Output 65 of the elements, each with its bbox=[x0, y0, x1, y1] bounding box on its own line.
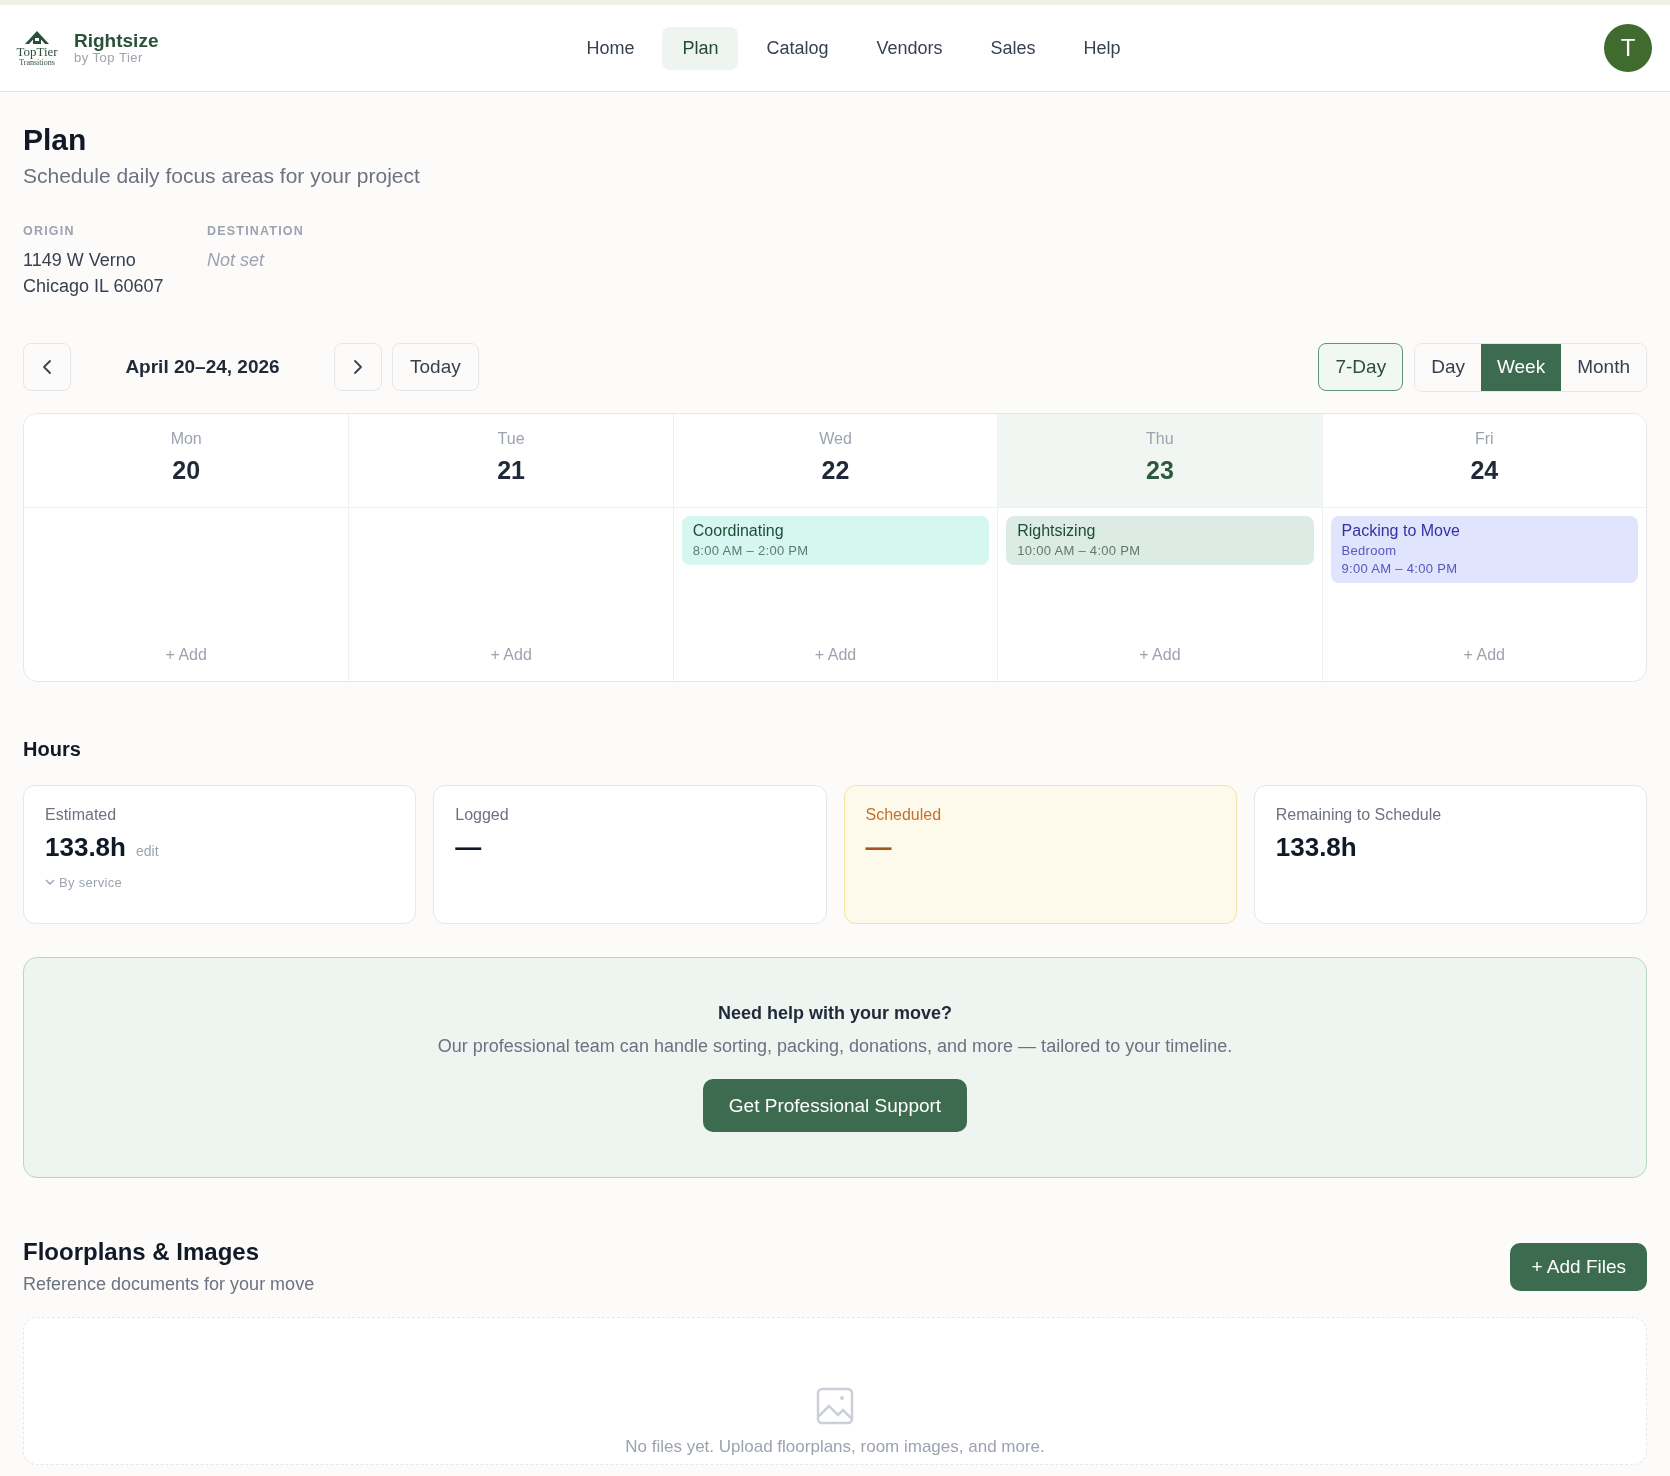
day-number: 23 bbox=[1146, 456, 1174, 485]
day-number: 21 bbox=[497, 456, 525, 485]
today-button[interactable]: Today bbox=[392, 343, 479, 391]
hours-value: — bbox=[455, 832, 482, 863]
weekday-label: Tue bbox=[497, 430, 525, 448]
logo-wordmark-subtitle: Transitions bbox=[19, 58, 55, 67]
event-title: Packing to Move bbox=[1341, 522, 1461, 540]
event-title: Coordinating bbox=[692, 522, 785, 540]
chevron-down-icon bbox=[45, 879, 55, 886]
banner-title: Need help with your move? bbox=[717, 1003, 952, 1024]
weekday-label: Mon bbox=[170, 430, 202, 448]
nav-link[interactable]: Home bbox=[566, 26, 655, 70]
add-files-button[interactable]: + Add Files bbox=[1510, 1242, 1647, 1291]
day-number: 24 bbox=[1470, 456, 1499, 485]
location-label: DESTINATION bbox=[207, 224, 305, 238]
nav-link[interactable]: Plan bbox=[662, 26, 739, 70]
chevron-right-icon bbox=[353, 359, 363, 375]
day-number: 20 bbox=[172, 456, 201, 485]
location-value: Chicago IL 60607 bbox=[23, 275, 165, 298]
chevron-left-icon bbox=[42, 359, 52, 375]
brand-tagline: by Top Tier bbox=[74, 51, 143, 65]
day-number: 22 bbox=[821, 456, 850, 485]
hours-value: — bbox=[865, 832, 892, 863]
page-title: Plan bbox=[23, 122, 88, 158]
weekday-label: Thu bbox=[1146, 430, 1174, 448]
hours-label: Remaining to Schedule bbox=[1275, 806, 1443, 824]
hours-label: Scheduled bbox=[865, 806, 943, 824]
seven-day-toggle[interactable]: 7-Day bbox=[1318, 343, 1404, 391]
weekday-label: Fri bbox=[1474, 430, 1494, 448]
hours-label: Estimated bbox=[45, 806, 118, 824]
next-button[interactable] bbox=[334, 343, 382, 391]
hours-value: 133.8h bbox=[1275, 832, 1357, 863]
hours-value: 133.8h bbox=[45, 832, 126, 863]
event-room: Bedroom bbox=[1341, 543, 1398, 558]
view-tab[interactable]: Week bbox=[1480, 343, 1562, 391]
brand-name: Rightsize bbox=[74, 31, 159, 51]
logo-wordmark: TopTier bbox=[16, 45, 58, 58]
nav-link[interactable]: Vendors bbox=[856, 26, 963, 70]
location-label: ORIGIN bbox=[23, 224, 76, 238]
nav-link[interactable]: Help bbox=[1063, 26, 1141, 70]
previous-button[interactable] bbox=[23, 343, 71, 391]
banner-text: Our professional team can handle sorting, packing, donations, and more — tailored to your timeline. bbox=[437, 1036, 1233, 1057]
page-subtitle: Schedule daily focus areas for your project bbox=[23, 164, 421, 188]
section-subtitle: Reference documents for your move bbox=[23, 1274, 315, 1295]
event-time: 9:00 AM – 4:00 PM bbox=[1341, 561, 1459, 576]
date-range: April 20–24, 2026 bbox=[124, 356, 281, 378]
calendar-event[interactable]: Packing to Move Bedroom 9:00 AM – 4:00 PM bbox=[1330, 516, 1638, 583]
location-value: 1149 W Verno bbox=[23, 249, 137, 272]
section-title: Hours bbox=[23, 738, 82, 761]
nav-link[interactable]: Sales bbox=[970, 26, 1056, 70]
location-value: Not set bbox=[207, 249, 266, 272]
support-button[interactable]: Get Professional Support bbox=[702, 1079, 968, 1132]
calendar-event[interactable]: Rightsizing 10:00 AM – 4:00 PM bbox=[1006, 516, 1314, 565]
event-time: 10:00 AM – 4:00 PM bbox=[1017, 543, 1142, 558]
section-title: Floorplans & Images bbox=[23, 1238, 261, 1266]
weekday-label: Wed bbox=[819, 430, 852, 448]
house-icon bbox=[24, 29, 50, 45]
event-title: Rightsizing bbox=[1017, 522, 1097, 540]
event-time: 8:00 AM – 2:00 PM bbox=[692, 543, 810, 558]
nav-link[interactable]: Catalog bbox=[746, 26, 849, 70]
hours-label: Logged bbox=[455, 806, 510, 824]
user-avatar[interactable]: T bbox=[1604, 24, 1652, 72]
empty-message: No files yet. Upload floorplans, room images, and more. bbox=[625, 1437, 1045, 1457]
calendar-event[interactable]: Coordinating 8:00 AM – 2:00 PM bbox=[681, 516, 990, 565]
image-icon bbox=[816, 1387, 854, 1425]
